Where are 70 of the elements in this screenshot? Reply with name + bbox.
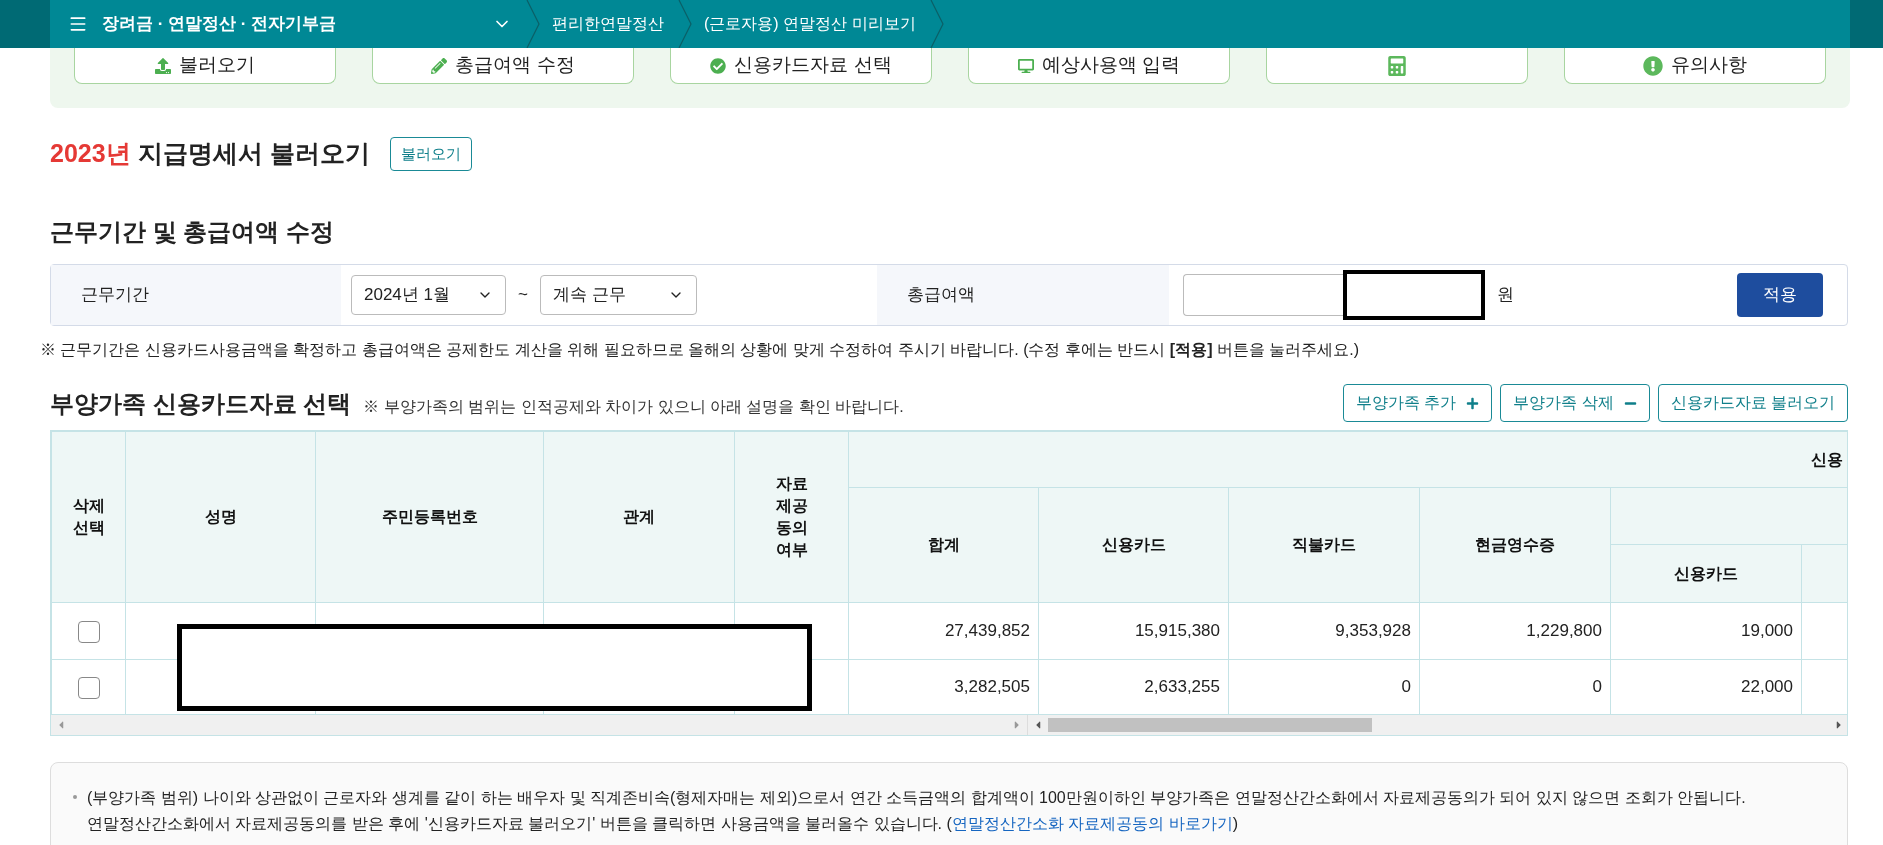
- action-button[interactable]: 부양가족 삭제: [1500, 384, 1650, 422]
- step-label: 예상사용액 입력: [1041, 53, 1181, 78]
- plus-icon: [1466, 396, 1480, 410]
- step-label: 총급여액 수정: [455, 53, 575, 78]
- monitor-icon: [1017, 57, 1034, 74]
- consent-link[interactable]: 연말정산간소화 자료제공동의 바로가기: [951, 815, 1233, 832]
- table-cell: 9,353,928: [1228, 602, 1420, 660]
- step-card[interactable]: 총급여액 수정: [372, 48, 634, 84]
- table-cell: 0: [1419, 659, 1611, 715]
- table-cell: 19,000: [1610, 602, 1802, 660]
- column-header: 관계: [543, 431, 735, 603]
- column-header: 합계: [848, 487, 1039, 603]
- action-button[interactable]: 신용카드자료 불러오기: [1657, 384, 1848, 422]
- section-title: 2023년 지급명세서 불러오기: [50, 138, 370, 170]
- section-title: 부양가족 신용카드자료 선택: [50, 389, 352, 419]
- step-card[interactable]: [1266, 48, 1528, 84]
- table-cell: 15,915,380: [1038, 602, 1229, 660]
- table-cell: 0: [1228, 659, 1420, 715]
- separator-icon: [678, 0, 692, 48]
- column-header: 직불카드: [1228, 487, 1420, 603]
- field-label: 근무기간: [81, 284, 149, 307]
- action-button[interactable]: 부양가족 추가: [1342, 384, 1493, 422]
- apply-button[interactable]: 적용: [1737, 273, 1823, 317]
- scrollbar-thumb[interactable]: [1048, 718, 1372, 732]
- separator-icon: [526, 0, 540, 48]
- upload-icon: [155, 57, 171, 74]
- info-text: (부양가족 범위) 나이와 상관없이 근로자와 생계를 같이 하는 배우자 및 직계존비속(형제자매는 제외)으로서 연간 소득금액의 합계액이 100만원이하인 부양가족은 연말정산간소화에서 자료제공동의가 되어 있지 않으면 조회가 안됩니다.: [87, 788, 1746, 808]
- alert-icon: [1643, 55, 1663, 76]
- table-cell: 22,000: [1610, 659, 1802, 715]
- menu-icon[interactable]: [68, 14, 88, 34]
- info-text: 연말정산간소화에서 자료제공동의를 받은 후에 '신용카드자료 불러오기' 버튼을 클릭하면 사용금액을 불러올수 있습니다. (연말정산간소화 자료제공동의 바로가기): [87, 814, 1239, 834]
- table-cell: 2,633,255: [1038, 659, 1229, 715]
- column-header: 삭제 선택: [51, 431, 126, 603]
- column-header: 신용카드: [1038, 487, 1229, 603]
- row-checkbox[interactable]: [77, 620, 100, 643]
- column-header: 성명: [125, 431, 316, 603]
- load-button[interactable]: 불러오기: [389, 137, 472, 171]
- column-header: 신용: [848, 431, 1847, 488]
- breadcrumb-link[interactable]: 편리한연말정산: [552, 12, 664, 36]
- step-card[interactable]: 불러오기: [74, 48, 336, 84]
- table-cell: 27,439,852: [848, 602, 1039, 660]
- table-cell: 3,282,505: [848, 659, 1039, 715]
- bullet-icon: [73, 795, 77, 799]
- column-header: 주민등록번호: [315, 431, 544, 603]
- step-card[interactable]: 신용카드자료 선택: [670, 48, 932, 84]
- end-select[interactable]: 계속 근무: [539, 275, 697, 315]
- column-header: 신용카드: [1610, 544, 1802, 603]
- column-header: 현금영수증: [1419, 487, 1611, 603]
- menu-title[interactable]: 장려금 · 연말정산 · 전자기부금: [102, 11, 492, 37]
- section-title: 근무기간 및 총급여액 수정: [50, 217, 335, 247]
- range-separator: ~: [518, 284, 528, 307]
- calculator-icon: [1387, 55, 1407, 76]
- breadcrumb-link[interactable]: (근로자용) 연말정산 미리보기: [704, 12, 916, 36]
- field-label: 총급여액: [906, 284, 975, 307]
- unit-label: 원: [1496, 284, 1514, 307]
- start-month-select[interactable]: 2024년 1월: [351, 275, 506, 315]
- step-label: 유의사항: [1671, 53, 1747, 78]
- separator-icon: [929, 0, 944, 48]
- step-card[interactable]: 예상사용액 입력: [968, 48, 1230, 84]
- row-checkbox[interactable]: [77, 676, 100, 699]
- step-label: 불러오기: [179, 53, 255, 78]
- check-icon: [710, 57, 727, 74]
- table-cell: 1,229,800: [1419, 602, 1611, 660]
- pencil-icon: [431, 57, 448, 74]
- step-card[interactable]: 유의사항: [1564, 48, 1826, 84]
- section-note: ※ 부양가족의 범위는 인적공제와 차이가 있으니 아래 설명을 확인 바랍니다.: [363, 397, 904, 417]
- salary-input[interactable]: [1182, 274, 1343, 316]
- note-text: ※ 근무기간은 신용카드사용금액을 확정하고 총급여액은 공제한도 계산을 위해 필요하므로 올해의 상황에 맞게 수정하여 주시기 바랍니다. (수정 후에는 반드시 [적용] 버튼을 눌러주세요.): [40, 340, 1361, 360]
- step-label: 신용카드자료 선택: [734, 53, 892, 78]
- column-header: 자료 제공 동의 여부: [734, 431, 849, 603]
